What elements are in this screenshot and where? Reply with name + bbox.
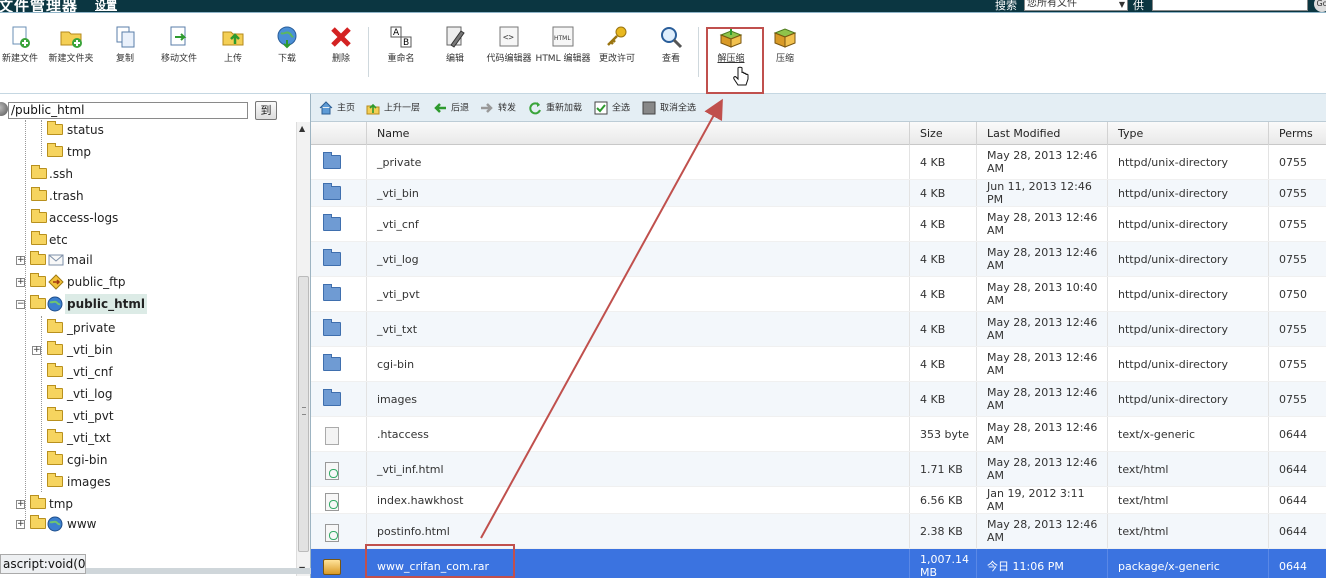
file-manager-window: 文件管理器 设置 搜索 您所有文件 ▼ 供 Go 新建文件 新建文件夹 复制 移… <box>0 0 1326 578</box>
annotation-arrow <box>480 98 723 539</box>
annotation-arrow-line <box>480 98 723 539</box>
